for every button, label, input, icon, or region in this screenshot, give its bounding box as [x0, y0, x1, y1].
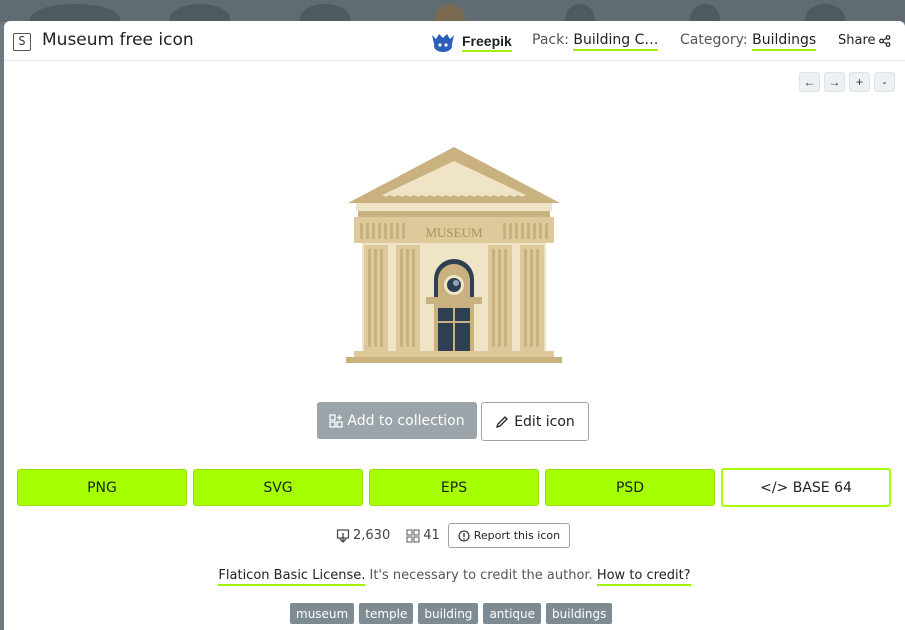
how-to-credit-link[interactable]: How to credit?: [596, 568, 691, 586]
pack-link[interactable]: Building C…: [573, 32, 659, 51]
collections-grid-icon: [406, 528, 420, 543]
zoom-out-button[interactable]: -: [874, 72, 895, 92]
tag-buildings[interactable]: buildings: [546, 603, 613, 624]
download-png-button[interactable]: PNG: [17, 469, 187, 506]
download-eps-button[interactable]: EPS: [369, 469, 539, 506]
edit-icon-label: Edit icon: [514, 413, 575, 430]
base64-button[interactable]: </> BASE 64: [721, 468, 891, 507]
download-psd-button[interactable]: PSD: [545, 469, 715, 506]
modal-header: S Museum free icon Freepik Pack: Buildin…: [4, 21, 905, 61]
icon-actions: Add to collection Edit icon: [317, 402, 589, 441]
pack-info: Pack: Building C…: [532, 32, 659, 51]
report-icon-button[interactable]: Report this icon: [447, 523, 571, 548]
pencil-icon: [496, 415, 509, 428]
icon-stats: 2,630 41 Report this icon: [336, 523, 571, 548]
static-icon-badge-icon: S: [13, 33, 31, 51]
previous-icon-button[interactable]: ←: [799, 72, 820, 92]
share-icon: [878, 34, 890, 47]
icon-detail-modal: S Museum free icon Freepik Pack: Buildin…: [4, 21, 905, 630]
license-link[interactable]: Flaticon Basic License.: [218, 568, 366, 586]
background-page-strip: [0, 0, 905, 22]
preview-controls: ← → + -: [799, 72, 895, 92]
download-count-value: 2,630: [353, 528, 391, 543]
download-format-buttons: PNG SVG EPS PSD </> BASE 64: [17, 468, 891, 507]
author-name: Freepik: [462, 33, 512, 52]
freepik-logo-icon: [432, 34, 454, 52]
info-icon: [458, 529, 470, 542]
edit-icon-button[interactable]: Edit icon: [481, 402, 589, 441]
download-icon: [336, 528, 350, 543]
license-notice: Flaticon Basic License. It's necessary t…: [4, 568, 905, 586]
collection-icon: [329, 413, 344, 428]
zoom-in-button[interactable]: +: [849, 72, 870, 92]
download-svg-button[interactable]: SVG: [193, 469, 363, 506]
collection-count-value: 41: [423, 528, 440, 543]
category-label: Category:: [680, 32, 748, 48]
pack-label: Pack:: [532, 32, 569, 48]
page-title: Museum free icon: [42, 30, 194, 50]
museum-sign-text: MUSEUM: [425, 225, 483, 240]
add-to-collection-button[interactable]: Add to collection: [317, 402, 477, 439]
share-button[interactable]: Share: [838, 33, 891, 48]
tag-antique[interactable]: antique: [483, 603, 542, 624]
share-label: Share: [838, 33, 876, 48]
report-label: Report this icon: [473, 529, 561, 542]
author-link[interactable]: Freepik: [430, 30, 512, 54]
license-text: It's necessary to credit the author.: [365, 568, 597, 583]
collection-count: 41: [406, 528, 440, 543]
tag-building[interactable]: building: [418, 603, 479, 624]
category-info: Category: Buildings: [680, 32, 817, 51]
category-link[interactable]: Buildings: [752, 32, 817, 51]
add-to-collection-label: Add to collection: [347, 412, 465, 429]
tag-temple[interactable]: temple: [359, 603, 414, 624]
tag-museum[interactable]: museum: [290, 603, 355, 624]
next-icon-button[interactable]: →: [824, 72, 845, 92]
tag-list: museum temple building antique buildings: [290, 603, 613, 624]
download-count: 2,630: [336, 528, 390, 543]
museum-icon-preview: MUSEUM: [346, 147, 562, 363]
